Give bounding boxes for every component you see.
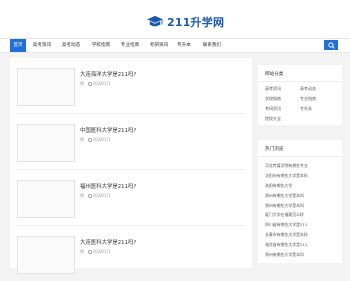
hot-post-link[interactable]: 河北传媒学院有哪些专业 xyxy=(265,163,308,169)
hot-post-link[interactable]: 郑州有哪些大学是本科 xyxy=(265,252,304,258)
post-date: 2024/1/1 xyxy=(92,81,111,86)
hot-post-link[interactable]: 湖北省有哪些大学是211 xyxy=(265,242,307,248)
category-link[interactable]: 高考资讯 xyxy=(265,86,281,92)
post-date: 2024/1/1 xyxy=(92,249,111,254)
category-link[interactable]: 专升本 xyxy=(300,106,312,112)
post-date: 2024/1/1 xyxy=(92,193,111,198)
site-logo[interactable]: 211升学网 xyxy=(146,14,224,30)
post-category[interactable]: 院 xyxy=(80,249,84,254)
nav-item-gaokao-dynamics[interactable]: 高考动态 xyxy=(61,39,81,52)
post-category[interactable]: 院 xyxy=(80,137,84,142)
post-category[interactable]: 院 xyxy=(80,193,84,198)
nav-item-major-guide[interactable]: 专业指南 xyxy=(120,39,140,52)
category-widget: 网站分类 高考资讯 高考动态 学校指南 专业指南 考研资讯 专升本 院校大全 xyxy=(258,65,342,125)
hot-post-link[interactable]: 长春市有哪些大学是本科 xyxy=(265,232,308,238)
post-thumbnail[interactable] xyxy=(17,124,75,162)
list-item[interactable]: 中国医科大学是211吗? 院 2024/1/1 xyxy=(10,114,252,169)
graduation-cap-icon xyxy=(147,15,163,27)
hot-post-link[interactable]: 沈阳市有哪些大学是本科 xyxy=(265,173,308,179)
hot-posts-widget: 热门浏览 河北传媒学院有哪些专业 沈阳市有哪些大学是本科 洛阳有哪些大学 郑州有… xyxy=(258,140,342,263)
nav-item-gaokao-news[interactable]: 高考资讯 xyxy=(32,39,52,52)
post-thumbnail[interactable] xyxy=(17,68,75,106)
post-thumbnail[interactable] xyxy=(17,180,75,218)
logo-text: 211升学网 xyxy=(167,16,225,29)
divider xyxy=(258,81,342,82)
category-link[interactable]: 院校大全 xyxy=(265,116,281,122)
category-widget-title: 网站分类 xyxy=(265,72,284,77)
hot-posts-title: 热门浏览 xyxy=(265,147,284,152)
post-title[interactable]: 大连医科大学是211吗? xyxy=(80,238,136,246)
post-list: 大连海洋大学是211吗? 院 2024/1/1 中国医科大学是211吗? 院 202… xyxy=(10,58,252,274)
post-title[interactable]: 福州医科大学是211吗? xyxy=(80,182,136,190)
site-header: 211升学网 xyxy=(0,0,350,38)
post-title[interactable]: 中国医科大学是211吗? xyxy=(80,126,136,134)
post-meta: 院 2024/1/1 xyxy=(80,137,111,143)
hot-post-link[interactable]: 洛阳有哪些大学 xyxy=(265,183,292,189)
nav-item-school-guide[interactable]: 学校指南 xyxy=(91,39,111,52)
search-icon xyxy=(327,41,335,49)
category-link[interactable]: 高考动态 xyxy=(300,86,316,92)
divider xyxy=(258,156,342,157)
nav-item-home[interactable]: 首页 xyxy=(10,39,26,52)
clock-icon xyxy=(88,138,92,142)
search-button[interactable] xyxy=(324,40,338,50)
hot-post-link[interactable]: 厦门大学在福建怎么样 xyxy=(265,212,304,218)
post-category[interactable]: 院 xyxy=(80,81,84,86)
clock-icon xyxy=(88,82,92,86)
post-thumbnail[interactable] xyxy=(17,236,75,274)
list-item[interactable]: 大连医科大学是211吗? 院 2024/1/1 xyxy=(10,226,252,281)
post-meta: 院 2024/1/1 xyxy=(80,249,111,255)
hot-post-link[interactable]: 四川省有哪些大学是211 xyxy=(265,222,307,228)
post-title[interactable]: 大连海洋大学是211吗? xyxy=(80,70,136,78)
list-item[interactable]: 大连海洋大学是211吗? 院 2024/1/1 xyxy=(10,58,252,113)
clock-icon xyxy=(88,250,92,254)
clock-icon xyxy=(88,194,92,198)
category-link[interactable]: 考研资讯 xyxy=(265,106,281,112)
post-date: 2024/1/1 xyxy=(92,137,111,142)
nav-item-kaoyan-news[interactable]: 考研资讯 xyxy=(149,39,169,52)
post-meta: 院 2024/1/1 xyxy=(80,81,111,87)
nav-item-contact[interactable]: 联系我们 xyxy=(202,39,222,52)
category-link[interactable]: 学校指南 xyxy=(265,96,281,102)
hot-post-link[interactable]: 郑州有哪些大学是本科 xyxy=(265,193,304,199)
post-meta: 院 2024/1/1 xyxy=(80,193,111,199)
category-link[interactable]: 专业指南 xyxy=(300,96,316,102)
nav-item-zhuanshengben[interactable]: 专升本 xyxy=(176,39,192,52)
main-nav: 首页 高考资讯 高考动态 学校指南 专业指南 考研资讯 专升本 联系我们 xyxy=(0,38,350,53)
list-item[interactable]: 福州医科大学是211吗? 院 2024/1/1 xyxy=(10,170,252,225)
hot-post-link[interactable]: 郑州有哪些大学是本科 xyxy=(265,203,304,209)
